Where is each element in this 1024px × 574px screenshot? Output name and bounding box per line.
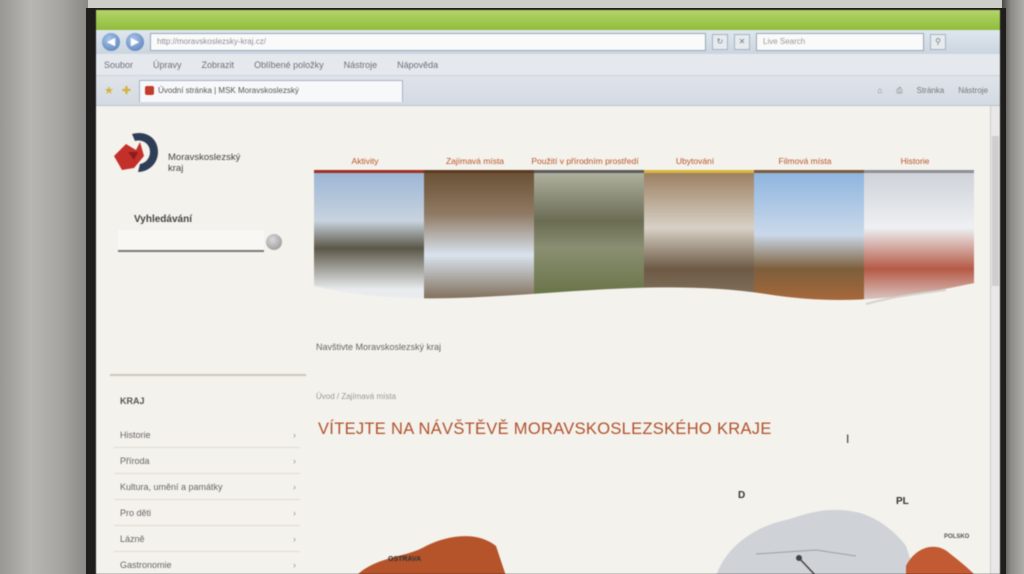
title-bar [96,10,1000,30]
menu-help[interactable]: Nápověda [397,60,438,70]
chevron-right-icon: › [293,507,296,518]
left-nav: Historie › Příroda › Kultura, umění a pamá… [114,422,300,574]
browser-window: ◀ ▶ http://moravskoslezsky-kraj.cz/ ↻ ✕ … [96,10,1000,574]
scrollbar-thumb[interactable] [992,136,999,286]
refresh-icon[interactable]: ↻ [712,34,728,50]
tab-title: Úvodní stránka | MSK Moravskoslezský [158,85,299,95]
left-heading: KRAJ [120,396,145,406]
category-item[interactable]: Ubytování [640,142,750,166]
search-icon[interactable]: ⚲ [930,34,946,50]
wall-left [0,0,88,574]
chevron-right-icon: › [293,429,296,440]
logo-line1: Moravskoslezský [168,152,241,163]
search-input[interactable]: Live Search [756,33,924,51]
category-item[interactable]: Historie [860,142,970,166]
back-icon[interactable]: ◀ [102,33,120,51]
divider [110,374,306,376]
url-input[interactable]: http://moravskoslezsky-kraj.cz/ [150,33,706,51]
search-label: Vyhledávání [134,214,192,225]
left-nav-item[interactable]: Gastronomie › [114,552,300,574]
left-nav-label: Kultura, umění a památky [120,481,223,492]
menu-edit[interactable]: Úpravy [153,60,182,70]
category-item[interactable]: Zajímavá místa [420,142,530,166]
menu-tools[interactable]: Nástroje [344,60,378,70]
chevron-right-icon: › [293,455,296,466]
category-item[interactable]: Filmová místa [750,142,860,166]
site-search-input[interactable] [118,230,264,252]
left-nav-item[interactable]: Příroda › [114,448,300,474]
left-nav-item[interactable]: Historie › [114,422,300,448]
tab-bar: ★ ✚ Úvodní stránka | MSK Moravskoslezský… [96,76,1000,106]
chevron-right-icon: › [293,559,296,570]
home-icon[interactable]: ⌂ [877,86,882,96]
chevron-right-icon: › [293,533,296,544]
page-menu[interactable]: Stránka [917,86,945,96]
left-nav-label: Příroda [120,455,150,466]
category-item[interactable]: Použití v přírodním prostředí [530,142,640,166]
tools-menu[interactable]: Nástroje [958,86,988,96]
tab-current[interactable]: Úvodní stránka | MSK Moravskoslezský [139,79,404,102]
favorites-star-icon[interactable]: ★ [104,84,114,97]
menu-bar: Soubor Úpravy Zobrazit Oblíbené položky … [96,54,1000,76]
left-nav-item[interactable]: Lázně › [114,526,300,552]
chevron-right-icon: › [293,481,296,492]
logo-line2: kraj [168,163,184,174]
menu-file[interactable]: Soubor [104,60,133,70]
address-bar: ◀ ▶ http://moravskoslezsky-kraj.cz/ ↻ ✕ … [96,30,1000,54]
site-logo[interactable]: Moravskoslezský kraj [110,128,280,184]
left-nav-label: Lázně [120,533,145,544]
text-cursor-icon: I [846,432,850,446]
map-label-d: D [738,490,746,501]
left-nav-label: Gastronomie [120,559,172,570]
menu-favorites[interactable]: Oblíbené položky [254,60,324,70]
favicon-icon [145,85,155,95]
logo-emblem-icon [114,132,158,172]
forward-icon[interactable]: ▶ [126,33,144,51]
left-nav-label: Pro děti [120,507,152,518]
decorative-wave [306,280,990,326]
map-city-right: POLSKO [944,534,970,540]
region-map[interactable]: OSTRAVA D PL POLSKO [336,486,996,574]
page-scrollbar[interactable] [990,106,1000,574]
web-page: Moravskoslezský kraj Vyhledávání Aktivit… [96,106,990,574]
search-go-button[interactable] [266,234,282,250]
map-city-left: OSTRAVA [388,556,422,563]
stop-icon[interactable]: ✕ [734,34,750,50]
print-icon[interactable]: ⎙ [896,86,902,96]
left-nav-label: Historie [120,429,151,440]
toolbar-right: ⌂ ⎙ Stránka Nástroje [877,86,1000,96]
page-title: VÍTEJTE NA NÁVŠTĚVĚ MORAVSKOSLEZSKÉHO KR… [318,420,772,438]
category-item[interactable]: Aktivity [310,142,420,166]
category-nav: Aktivity Zajímavá místa Použití v přírod… [310,142,972,166]
breadcrumb[interactable]: Úvod / Zajímavá místa [316,392,396,401]
logo-text: Moravskoslezský kraj [168,152,240,174]
menu-view[interactable]: Zobrazit [202,60,235,70]
map-label-pl: PL [896,496,909,507]
add-favorite-icon[interactable]: ✚ [122,84,131,97]
subtitle-link[interactable]: Navštivte Moravskoslezský kraj [316,342,441,352]
left-nav-item[interactable]: Kultura, umění a památky › [114,474,300,500]
left-nav-item[interactable]: Pro děti › [114,500,300,526]
